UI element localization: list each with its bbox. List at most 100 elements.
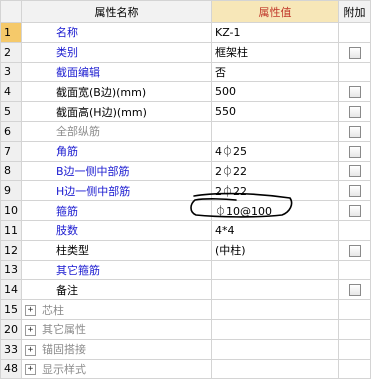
- row-number: 3: [0, 61, 22, 83]
- row-number: 8: [0, 160, 22, 182]
- table-row[interactable]: 6 全部纵筋: [0, 120, 371, 142]
- extra-cell: [338, 239, 371, 261]
- extra-checkbox[interactable]: [348, 165, 361, 178]
- extra-column-header[interactable]: 附加: [338, 0, 371, 23]
- extra-checkbox[interactable]: [348, 125, 361, 138]
- row-number: 1: [0, 22, 22, 43]
- row-number: 11: [0, 219, 22, 241]
- property-name: 全部纵筋: [21, 120, 212, 142]
- group-name-cell: + 芯柱: [21, 299, 212, 320]
- group-row[interactable]: 33 + 锚固搭接: [0, 338, 371, 360]
- extra-cell: [338, 61, 371, 83]
- property-value[interactable]: 4⏀25: [211, 140, 339, 162]
- extra-cell: [338, 299, 371, 320]
- property-value[interactable]: 框架柱: [211, 41, 339, 63]
- property-name: 箍筋: [21, 200, 212, 221]
- group-value: [211, 338, 339, 360]
- property-name: 截面宽(B边)(mm): [21, 81, 212, 103]
- row-number: 5: [0, 101, 22, 122]
- property-name: 名称: [21, 22, 212, 43]
- table-row[interactable]: 10 箍筋 ⏀10@100: [0, 200, 371, 221]
- extra-cell: [338, 41, 371, 63]
- table-row[interactable]: 14 备注: [0, 279, 371, 301]
- group-name-cell: + 其它属性: [21, 318, 212, 340]
- table-row[interactable]: 9 H边一侧中部筋 2⏀22: [0, 180, 371, 202]
- property-name: 其它箍筋: [21, 259, 212, 281]
- table-row[interactable]: 2 类别 框架柱: [0, 41, 371, 63]
- property-value[interactable]: KZ-1: [211, 22, 339, 43]
- property-value[interactable]: [211, 120, 339, 142]
- row-number: 14: [0, 279, 22, 301]
- table-row[interactable]: 5 截面高(H边)(mm) 550: [0, 101, 371, 122]
- property-value[interactable]: 500: [211, 81, 339, 103]
- property-name: 类别: [21, 41, 212, 63]
- row-number: 4: [0, 81, 22, 103]
- extra-cell: [338, 180, 371, 202]
- extra-checkbox[interactable]: [348, 106, 361, 119]
- name-column-header[interactable]: 属性名称: [21, 0, 212, 23]
- property-value[interactable]: [211, 259, 339, 281]
- extra-checkbox[interactable]: [348, 244, 361, 257]
- grid-body: 1 名称 KZ-1 2 类别 框架柱 3 截面编辑否 4 截面宽(B边)(mm) 500 5 截面高(H…: [0, 22, 371, 379]
- property-name: 备注: [21, 279, 212, 301]
- expand-plus-icon[interactable]: +: [25, 324, 36, 336]
- row-number: 15: [0, 299, 22, 320]
- property-name: 截面高(H边)(mm): [21, 101, 212, 122]
- row-number: 33: [0, 338, 22, 360]
- extra-checkbox[interactable]: [348, 86, 361, 99]
- property-value[interactable]: 否: [211, 61, 339, 83]
- extra-checkbox[interactable]: [348, 46, 361, 59]
- property-name: 角筋: [21, 140, 212, 162]
- table-row[interactable]: 8 B边一侧中部筋 2⏀22: [0, 160, 371, 182]
- row-number: 2: [0, 41, 22, 63]
- property-value[interactable]: 4*4: [211, 219, 339, 241]
- group-label: 锚固搭接: [42, 343, 86, 357]
- property-value[interactable]: ⏀10@100: [211, 200, 339, 221]
- property-value[interactable]: 550: [211, 101, 339, 122]
- expand-plus-icon[interactable]: +: [25, 344, 36, 356]
- row-number: 10: [0, 200, 22, 221]
- extra-cell: [338, 140, 371, 162]
- property-value[interactable]: 2⏀22: [211, 180, 339, 202]
- grid-header-row: 属性名称 属性值 附加: [0, 0, 371, 23]
- row-number: 13: [0, 259, 22, 281]
- group-value: [211, 299, 339, 320]
- property-value[interactable]: (中柱): [211, 239, 339, 261]
- extra-checkbox[interactable]: [348, 185, 361, 198]
- expand-plus-icon[interactable]: +: [25, 364, 36, 376]
- group-row[interactable]: 15 + 芯柱: [0, 299, 371, 320]
- group-name-cell: + 锚固搭接: [21, 338, 212, 360]
- expand-plus-icon[interactable]: +: [25, 305, 36, 317]
- table-row[interactable]: 7 角筋 4⏀25: [0, 140, 371, 162]
- row-number: 48: [0, 358, 22, 379]
- table-row[interactable]: 11 肢数 4*4: [0, 219, 371, 241]
- group-label: 显示样式: [42, 362, 86, 376]
- value-column-header[interactable]: 属性值: [211, 0, 339, 23]
- table-row[interactable]: 1 名称 KZ-1: [0, 22, 371, 43]
- extra-cell: [338, 22, 371, 43]
- table-row[interactable]: 12 柱类型 (中柱): [0, 239, 371, 261]
- row-number-header: [0, 0, 22, 23]
- table-row[interactable]: 13 其它箍筋: [0, 259, 371, 281]
- property-name: 截面编辑: [21, 61, 212, 83]
- extra-cell: [338, 279, 371, 301]
- extra-cell: [338, 358, 371, 379]
- row-number: 7: [0, 140, 22, 162]
- property-name: 柱类型: [21, 239, 212, 261]
- group-row[interactable]: 20 + 其它属性: [0, 318, 371, 340]
- group-label: 其它属性: [42, 323, 86, 337]
- group-row[interactable]: 48 + 显示样式: [0, 358, 371, 379]
- extra-cell: [338, 81, 371, 103]
- extra-checkbox[interactable]: [348, 145, 361, 158]
- extra-checkbox[interactable]: [348, 205, 361, 218]
- property-value[interactable]: [211, 279, 339, 301]
- property-grid: 属性名称 属性值 附加 1 名称 KZ-1 2 类别 框架柱 3 截面编辑否 4 截面宽(B边)(…: [0, 0, 371, 379]
- group-label: 芯柱: [42, 303, 64, 317]
- group-name-cell: + 显示样式: [21, 358, 212, 379]
- row-number: 6: [0, 120, 22, 142]
- table-row[interactable]: 3 截面编辑否: [0, 61, 371, 83]
- extra-checkbox[interactable]: [348, 284, 361, 297]
- property-value[interactable]: 2⏀22: [211, 160, 339, 182]
- table-row[interactable]: 4 截面宽(B边)(mm) 500: [0, 81, 371, 103]
- extra-cell: [338, 338, 371, 360]
